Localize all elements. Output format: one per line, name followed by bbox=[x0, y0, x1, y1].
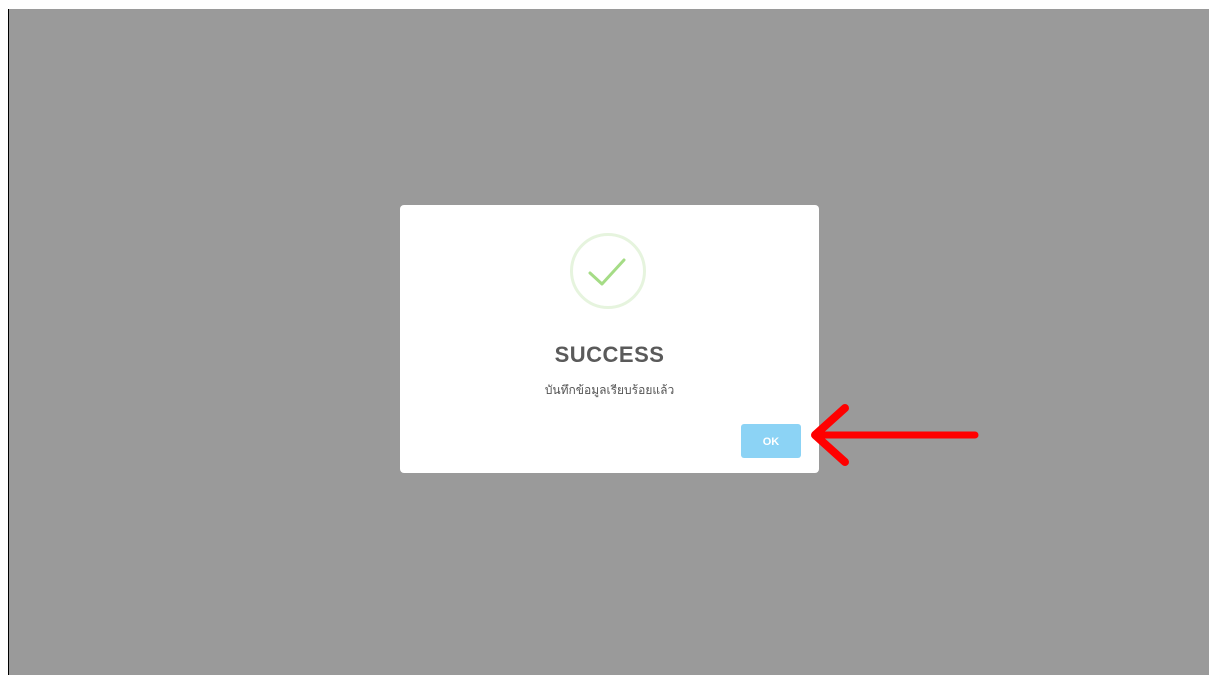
window-edge bbox=[8, 9, 9, 675]
dialog-message: บันทึกข้อมูลเรียบร้อยแล้ว bbox=[544, 383, 675, 397]
red-arrow-pointing-left-icon bbox=[811, 404, 979, 466]
success-dialog: SUCCESS บันทึกข้อมูลเรียบร้อยแล้ว OK bbox=[400, 205, 819, 473]
screen: SUCCESS บันทึกข้อมูลเรียบร้อยแล้ว OK bbox=[0, 0, 1209, 675]
ok-button[interactable]: OK bbox=[741, 424, 801, 458]
dialog-title: SUCCESS bbox=[554, 342, 665, 367]
checkmark-circle-icon bbox=[570, 233, 646, 309]
checkmark-icon bbox=[588, 258, 626, 286]
